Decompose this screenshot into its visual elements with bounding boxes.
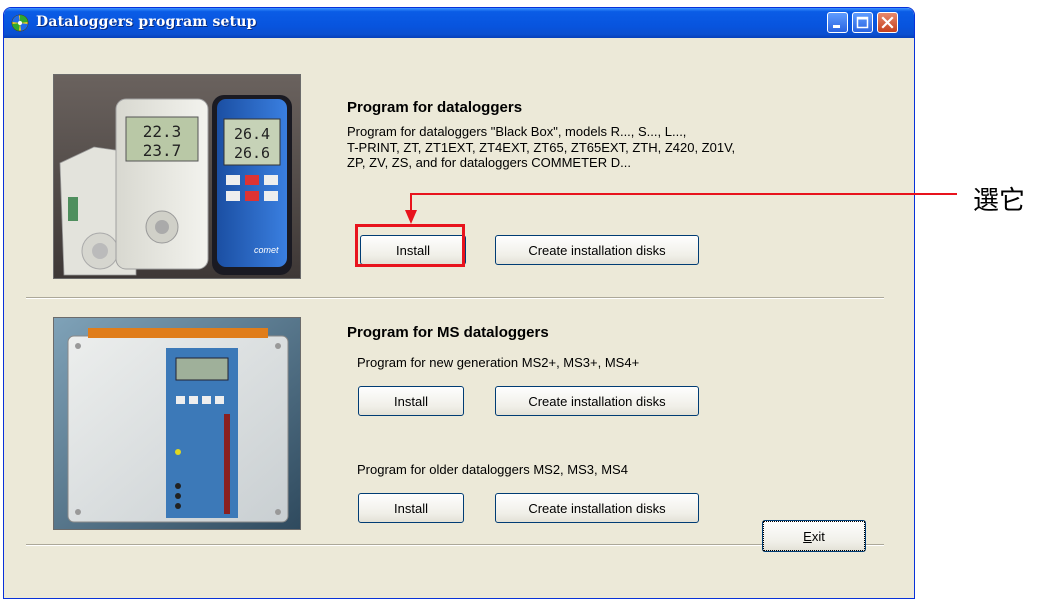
- arrow-head-icon: [405, 210, 417, 224]
- annotation-arrow: [405, 193, 957, 224]
- annotation-label: 選它: [973, 186, 1026, 216]
